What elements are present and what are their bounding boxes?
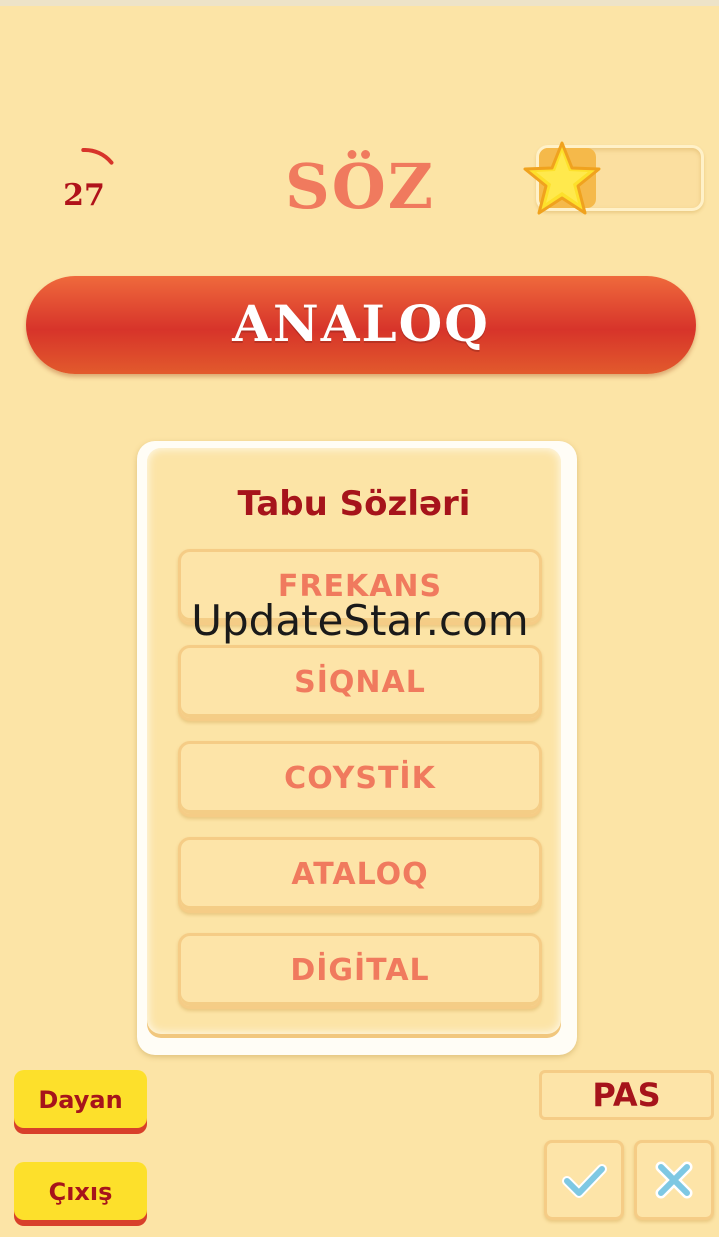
check-icon [562, 1164, 607, 1198]
timer-value: 27 [63, 178, 105, 213]
correct-button[interactable] [544, 1140, 624, 1220]
pass-button[interactable]: PAS [539, 1070, 714, 1120]
watermark: UpdateStar.com [191, 596, 529, 645]
wrong-button[interactable] [634, 1140, 714, 1220]
taboo-word: ATALOQ [178, 837, 542, 913]
page-title: SÖZ [284, 150, 436, 223]
exit-button[interactable]: Çıxış [14, 1162, 147, 1220]
star-icon [523, 141, 601, 215]
taboo-card-title: Tabu Sözləri [237, 484, 471, 524]
status-strip [0, 0, 719, 6]
close-icon [655, 1161, 693, 1199]
taboo-word: SİQNAL [178, 645, 542, 721]
timer: 27 [50, 132, 120, 222]
target-word: ANALOQ [232, 294, 490, 353]
target-word-banner: ANALOQ [26, 276, 696, 374]
pause-button[interactable]: Dayan [14, 1070, 147, 1128]
taboo-word: DİGİTAL [178, 933, 542, 1009]
taboo-word: COYSTİK [178, 741, 542, 817]
